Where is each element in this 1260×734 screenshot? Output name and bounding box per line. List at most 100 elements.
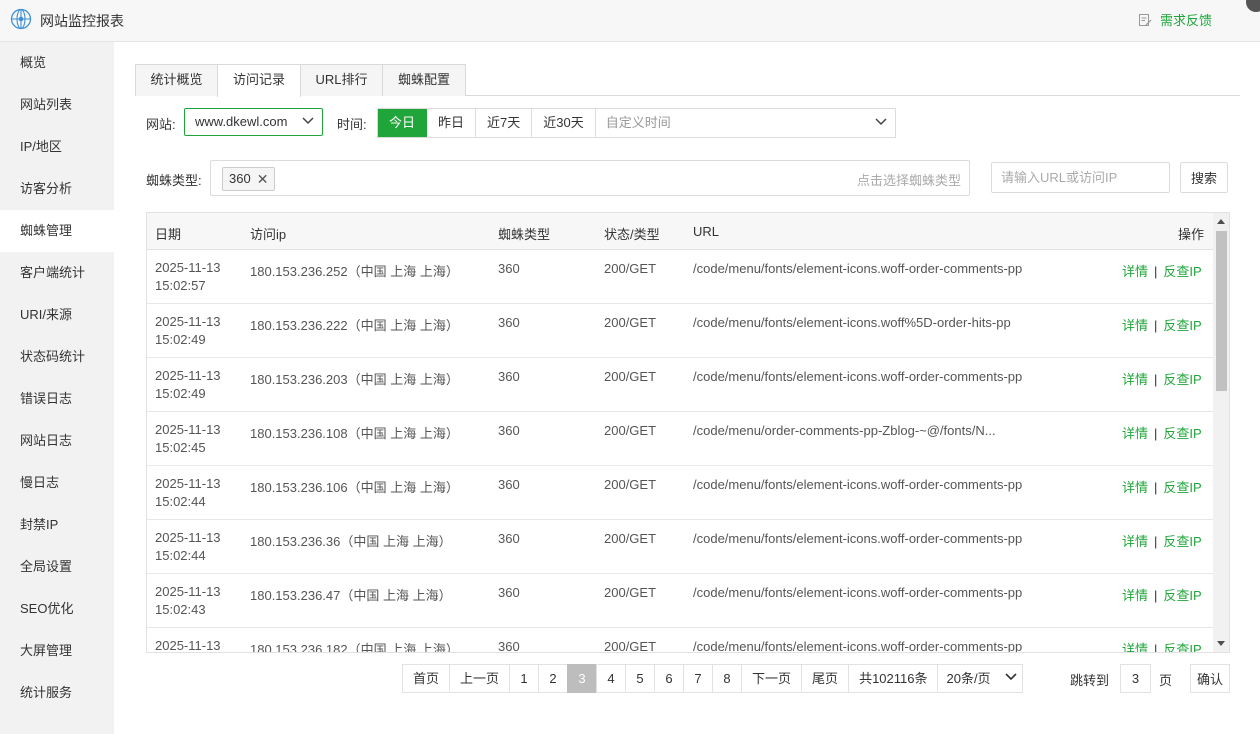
time-7days-button[interactable]: 近7天 [476, 109, 533, 137]
row-status: 200/GET [604, 423, 657, 438]
custom-time-picker[interactable]: 自定义时间 [596, 109, 895, 137]
detail-link[interactable]: 详情 [1122, 426, 1148, 441]
row-time: 15:02:44 [155, 494, 206, 509]
detail-link[interactable]: 详情 [1122, 264, 1148, 279]
search-button[interactable]: 搜索 [1180, 162, 1228, 193]
tab-access-records[interactable]: 访问记录 [217, 64, 301, 97]
page-button-2[interactable]: 2 [538, 664, 569, 693]
reverse-ip-link[interactable]: 反查IP [1163, 642, 1201, 652]
row-ip: 180.153.236.203（中国 上海 上海） [250, 372, 459, 387]
sidebar-item-spider-management[interactable]: 蜘蛛管理 [0, 210, 114, 252]
detail-link[interactable]: 详情 [1122, 534, 1148, 549]
detail-link[interactable]: 详情 [1122, 318, 1148, 333]
sidebar-item-visitor-analysis[interactable]: 访客分析 [0, 168, 114, 210]
page-button-4[interactable]: 4 [596, 664, 627, 693]
table-row: 2025-11-13 15:02:49 180.153.236.203（中国 上海… [147, 358, 1213, 412]
op-separator: | [1154, 588, 1158, 603]
page-button-8[interactable]: 8 [712, 664, 743, 693]
scroll-thumb[interactable] [1216, 231, 1227, 391]
table-row: 2025-11-13 15:02:44 180.153.236.36（中国 上海 … [147, 520, 1213, 574]
time-range-group: 今日 昨日 近7天 近30天 自定义时间 [377, 108, 896, 138]
feedback-button[interactable]: 需求反馈 [1138, 10, 1212, 29]
col-url: URL [693, 224, 720, 239]
scroll-down-icon[interactable] [1217, 641, 1225, 646]
first-page-button[interactable]: 首页 [402, 664, 451, 693]
op-separator: | [1154, 534, 1158, 549]
search-input[interactable] [991, 162, 1170, 193]
page-button-7[interactable]: 7 [683, 664, 714, 693]
scroll-up-icon[interactable] [1217, 219, 1225, 224]
time-today-button[interactable]: 今日 [378, 109, 428, 137]
row-url: /code/menu/fonts/element-icons.woff-orde… [693, 477, 1023, 492]
row-time: 15:02:57 [155, 278, 206, 293]
row-spider: 360 [498, 315, 520, 330]
sidebar-item-site-log[interactable]: 网站日志 [0, 420, 114, 462]
sidebar-item-seo[interactable]: SEO优化 [0, 588, 114, 630]
tab-url-ranking[interactable]: URL排行 [300, 64, 383, 96]
sidebar-item-slow-log[interactable]: 慢日志 [0, 462, 114, 504]
table-row: 2025-11-13 180.153.236.182（中国 上海 上海） 360… [147, 628, 1213, 653]
page-size-value: 20条/页 [946, 671, 991, 686]
time-yesterday-button[interactable]: 昨日 [427, 109, 477, 137]
sidebar-item-banned-ip[interactable]: 封禁IP [0, 504, 114, 546]
reverse-ip-link[interactable]: 反查IP [1163, 264, 1201, 279]
sidebar-item-global-settings[interactable]: 全局设置 [0, 546, 114, 588]
jump-page-input[interactable] [1120, 664, 1151, 693]
row-ip: 180.153.236.47（中国 上海 上海） [250, 588, 452, 603]
sidebar-item-site-list[interactable]: 网站列表 [0, 84, 114, 126]
detail-link[interactable]: 详情 [1122, 642, 1148, 652]
sidebar-item-ip-region[interactable]: IP/地区 [0, 126, 114, 168]
sidebar: 概览 网站列表 IP/地区 访客分析 蜘蛛管理 客户端统计 URI/来源 状态码… [0, 42, 114, 734]
reverse-ip-link[interactable]: 反查IP [1163, 480, 1201, 495]
spider-type-label: 蜘蛛类型: [146, 173, 202, 188]
table-scrollbar[interactable] [1213, 213, 1229, 652]
spider-tag-label: 360 [229, 171, 251, 186]
sidebar-item-overview[interactable]: 概览 [0, 42, 114, 84]
tag-close-icon[interactable]: ✕ [257, 168, 269, 190]
page-button-6[interactable]: 6 [654, 664, 685, 693]
tab-bar: 统计概览 访问记录 URL排行 蜘蛛配置 [135, 64, 1240, 97]
page-button-1[interactable]: 1 [509, 664, 540, 693]
col-ip: 访问ip [250, 227, 287, 242]
close-icon[interactable] [1246, 0, 1260, 12]
tab-stats-overview[interactable]: 统计概览 [135, 64, 218, 96]
next-page-button[interactable]: 下一页 [741, 664, 803, 693]
time-30days-button[interactable]: 近30天 [532, 109, 596, 137]
page-button-3[interactable]: 3 [567, 664, 598, 693]
sidebar-item-stats-service[interactable]: 统计服务 [0, 672, 114, 714]
row-date: 2025-11-13 [155, 260, 221, 275]
row-ip: 180.153.236.222（中国 上海 上海） [250, 318, 459, 333]
sidebar-item-big-screen[interactable]: 大屏管理 [0, 630, 114, 672]
col-date: 日期 [155, 227, 182, 242]
page-button-5[interactable]: 5 [625, 664, 656, 693]
detail-link[interactable]: 详情 [1122, 588, 1148, 603]
tab-spider-config[interactable]: 蜘蛛配置 [382, 64, 466, 96]
reverse-ip-link[interactable]: 反查IP [1163, 588, 1201, 603]
sidebar-item-client-stats[interactable]: 客户端统计 [0, 252, 114, 294]
op-separator: | [1154, 318, 1158, 333]
spider-type-hint: 点击选择蜘蛛类型 [856, 173, 961, 188]
sidebar-item-status-code-stats[interactable]: 状态码统计 [0, 336, 114, 378]
prev-page-button[interactable]: 上一页 [449, 664, 511, 693]
page-size-select[interactable]: 20条/页 [937, 664, 1024, 693]
reverse-ip-link[interactable]: 反查IP [1163, 534, 1201, 549]
last-page-button[interactable]: 尾页 [801, 664, 850, 693]
row-status: 200/GET [604, 531, 657, 546]
row-date: 2025-11-13 [155, 584, 221, 599]
reverse-ip-link[interactable]: 反查IP [1163, 372, 1201, 387]
detail-link[interactable]: 详情 [1122, 480, 1148, 495]
row-status: 200/GET [604, 639, 657, 653]
row-spider: 360 [498, 477, 520, 492]
row-spider: 360 [498, 423, 520, 438]
spider-type-select[interactable]: 360 ✕ 点击选择蜘蛛类型 [210, 160, 970, 196]
sidebar-item-error-log[interactable]: 错误日志 [0, 378, 114, 420]
custom-time-placeholder: 自定义时间 [605, 115, 671, 130]
row-date: 2025-11-13 [155, 422, 221, 437]
reverse-ip-link[interactable]: 反查IP [1163, 426, 1201, 441]
confirm-jump-button[interactable]: 确认 [1190, 664, 1230, 693]
reverse-ip-link[interactable]: 反查IP [1163, 318, 1201, 333]
app-header: 网站监控报表 需求反馈 [0, 0, 1260, 42]
site-select[interactable]: www.dkewl.com [184, 108, 323, 136]
sidebar-item-uri-source[interactable]: URI/来源 [0, 294, 114, 336]
detail-link[interactable]: 详情 [1122, 372, 1148, 387]
